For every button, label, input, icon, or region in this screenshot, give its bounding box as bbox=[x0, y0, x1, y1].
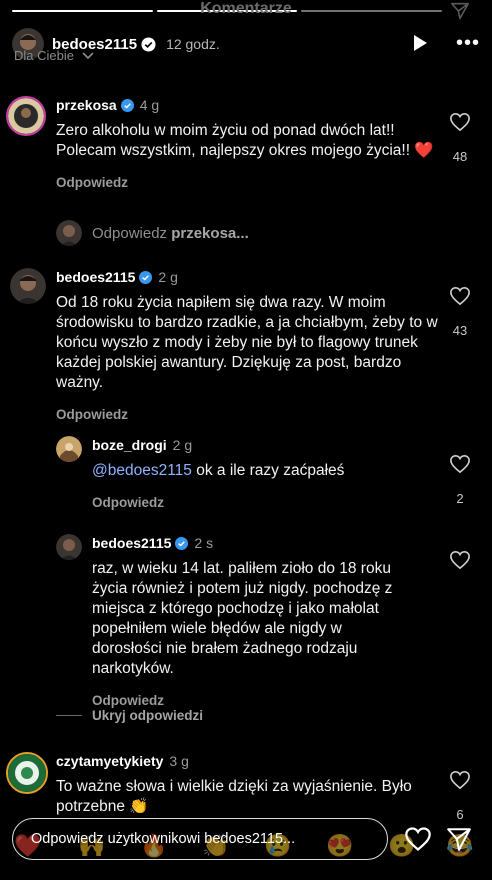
verified-badge-icon bbox=[120, 98, 134, 112]
like-button[interactable]: 6 bbox=[440, 770, 480, 822]
chevron-down-icon bbox=[82, 51, 94, 59]
comment-username[interactable]: czytamyetykiety bbox=[56, 752, 163, 770]
comment-text: Zero alkoholu w moim życiu od ponad dwóc… bbox=[56, 122, 434, 159]
avatar[interactable] bbox=[56, 436, 82, 462]
like-button[interactable] bbox=[440, 550, 480, 587]
like-button[interactable]: 43 bbox=[440, 286, 480, 338]
send-icon[interactable] bbox=[446, 826, 472, 852]
comment-filter[interactable]: Dla Ciebie bbox=[14, 48, 94, 63]
comment-text: raz, w wieku 14 lat. paliłem zioło do 18… bbox=[92, 560, 393, 677]
heart-icon[interactable] bbox=[449, 550, 471, 570]
send-icon[interactable] bbox=[450, 2, 470, 20]
avatar[interactable] bbox=[6, 752, 48, 794]
divider bbox=[56, 715, 82, 716]
avatar[interactable] bbox=[56, 534, 82, 560]
reply-button[interactable]: Odpowiedz bbox=[92, 495, 436, 510]
verified-badge-icon bbox=[175, 536, 189, 550]
avatar[interactable] bbox=[10, 268, 46, 304]
comment-username[interactable]: przekosa bbox=[56, 96, 117, 114]
comment-input[interactable] bbox=[31, 831, 369, 847]
comment-text: To ważne słowa i wielkie dzięki za wyjaś… bbox=[56, 778, 412, 815]
hide-replies-button[interactable]: Ukryj odpowiedzi bbox=[56, 708, 203, 723]
comment-input-container bbox=[12, 818, 388, 860]
comment-age: 2 s bbox=[194, 535, 214, 551]
comment-text: @bedoes2115 ok a ile razy zaćpałeś bbox=[92, 461, 436, 481]
verified-badge-icon bbox=[141, 36, 156, 52]
comment-username[interactable]: boze_drogi bbox=[92, 436, 167, 454]
hide-replies-label: Ukryj odpowiedzi bbox=[92, 708, 204, 723]
comment-text: Od 18 roku życia napiłem się dwa razy. W… bbox=[56, 294, 438, 391]
comment-username[interactable]: bedoes2115 bbox=[92, 534, 171, 552]
avatar[interactable] bbox=[6, 96, 46, 136]
reply-prompt-username: przekosa... bbox=[171, 224, 249, 242]
verified-badge-icon bbox=[139, 270, 153, 284]
reply-prompt-prefix: Odpowiedz bbox=[92, 224, 168, 242]
reply-button[interactable]: Odpowiedz bbox=[56, 175, 440, 190]
reply-button[interactable]: Odpowiedz bbox=[56, 407, 440, 422]
like-count: 6 bbox=[456, 807, 464, 822]
heart-icon[interactable] bbox=[449, 454, 471, 474]
comment-age: 2 g bbox=[172, 437, 193, 453]
comment-age: 4 g bbox=[139, 97, 160, 113]
like-button[interactable]: 2 bbox=[440, 454, 480, 506]
play-icon[interactable] bbox=[412, 34, 428, 52]
more-icon[interactable]: ••• bbox=[456, 33, 480, 53]
comment-age: 2 g bbox=[158, 269, 178, 285]
avatar bbox=[56, 220, 82, 246]
filter-label: Dla Ciebie bbox=[14, 48, 74, 63]
comment-text-body: ok a ile razy zaćpałeś bbox=[191, 462, 345, 479]
heart-icon[interactable] bbox=[449, 770, 471, 790]
comment-age: 3 g bbox=[169, 753, 189, 769]
sheet-title: Komentarze bbox=[200, 0, 292, 17]
like-count: 2 bbox=[456, 491, 464, 506]
heart-icon[interactable] bbox=[449, 112, 471, 132]
like-count: 48 bbox=[452, 149, 468, 164]
like-count: 43 bbox=[452, 323, 468, 338]
reply-button[interactable]: Odpowiedz bbox=[92, 693, 414, 708]
like-button[interactable]: 48 bbox=[440, 112, 480, 164]
mention-link[interactable]: @bedoes2115 bbox=[92, 462, 192, 479]
comment-username[interactable]: bedoes2115 bbox=[56, 268, 135, 286]
heart-icon[interactable] bbox=[404, 826, 432, 852]
story-time: 12 godz. bbox=[166, 36, 220, 52]
heart-icon[interactable] bbox=[449, 286, 471, 306]
reply-prompt[interactable]: Odpowiedz przekosa... bbox=[56, 220, 249, 246]
